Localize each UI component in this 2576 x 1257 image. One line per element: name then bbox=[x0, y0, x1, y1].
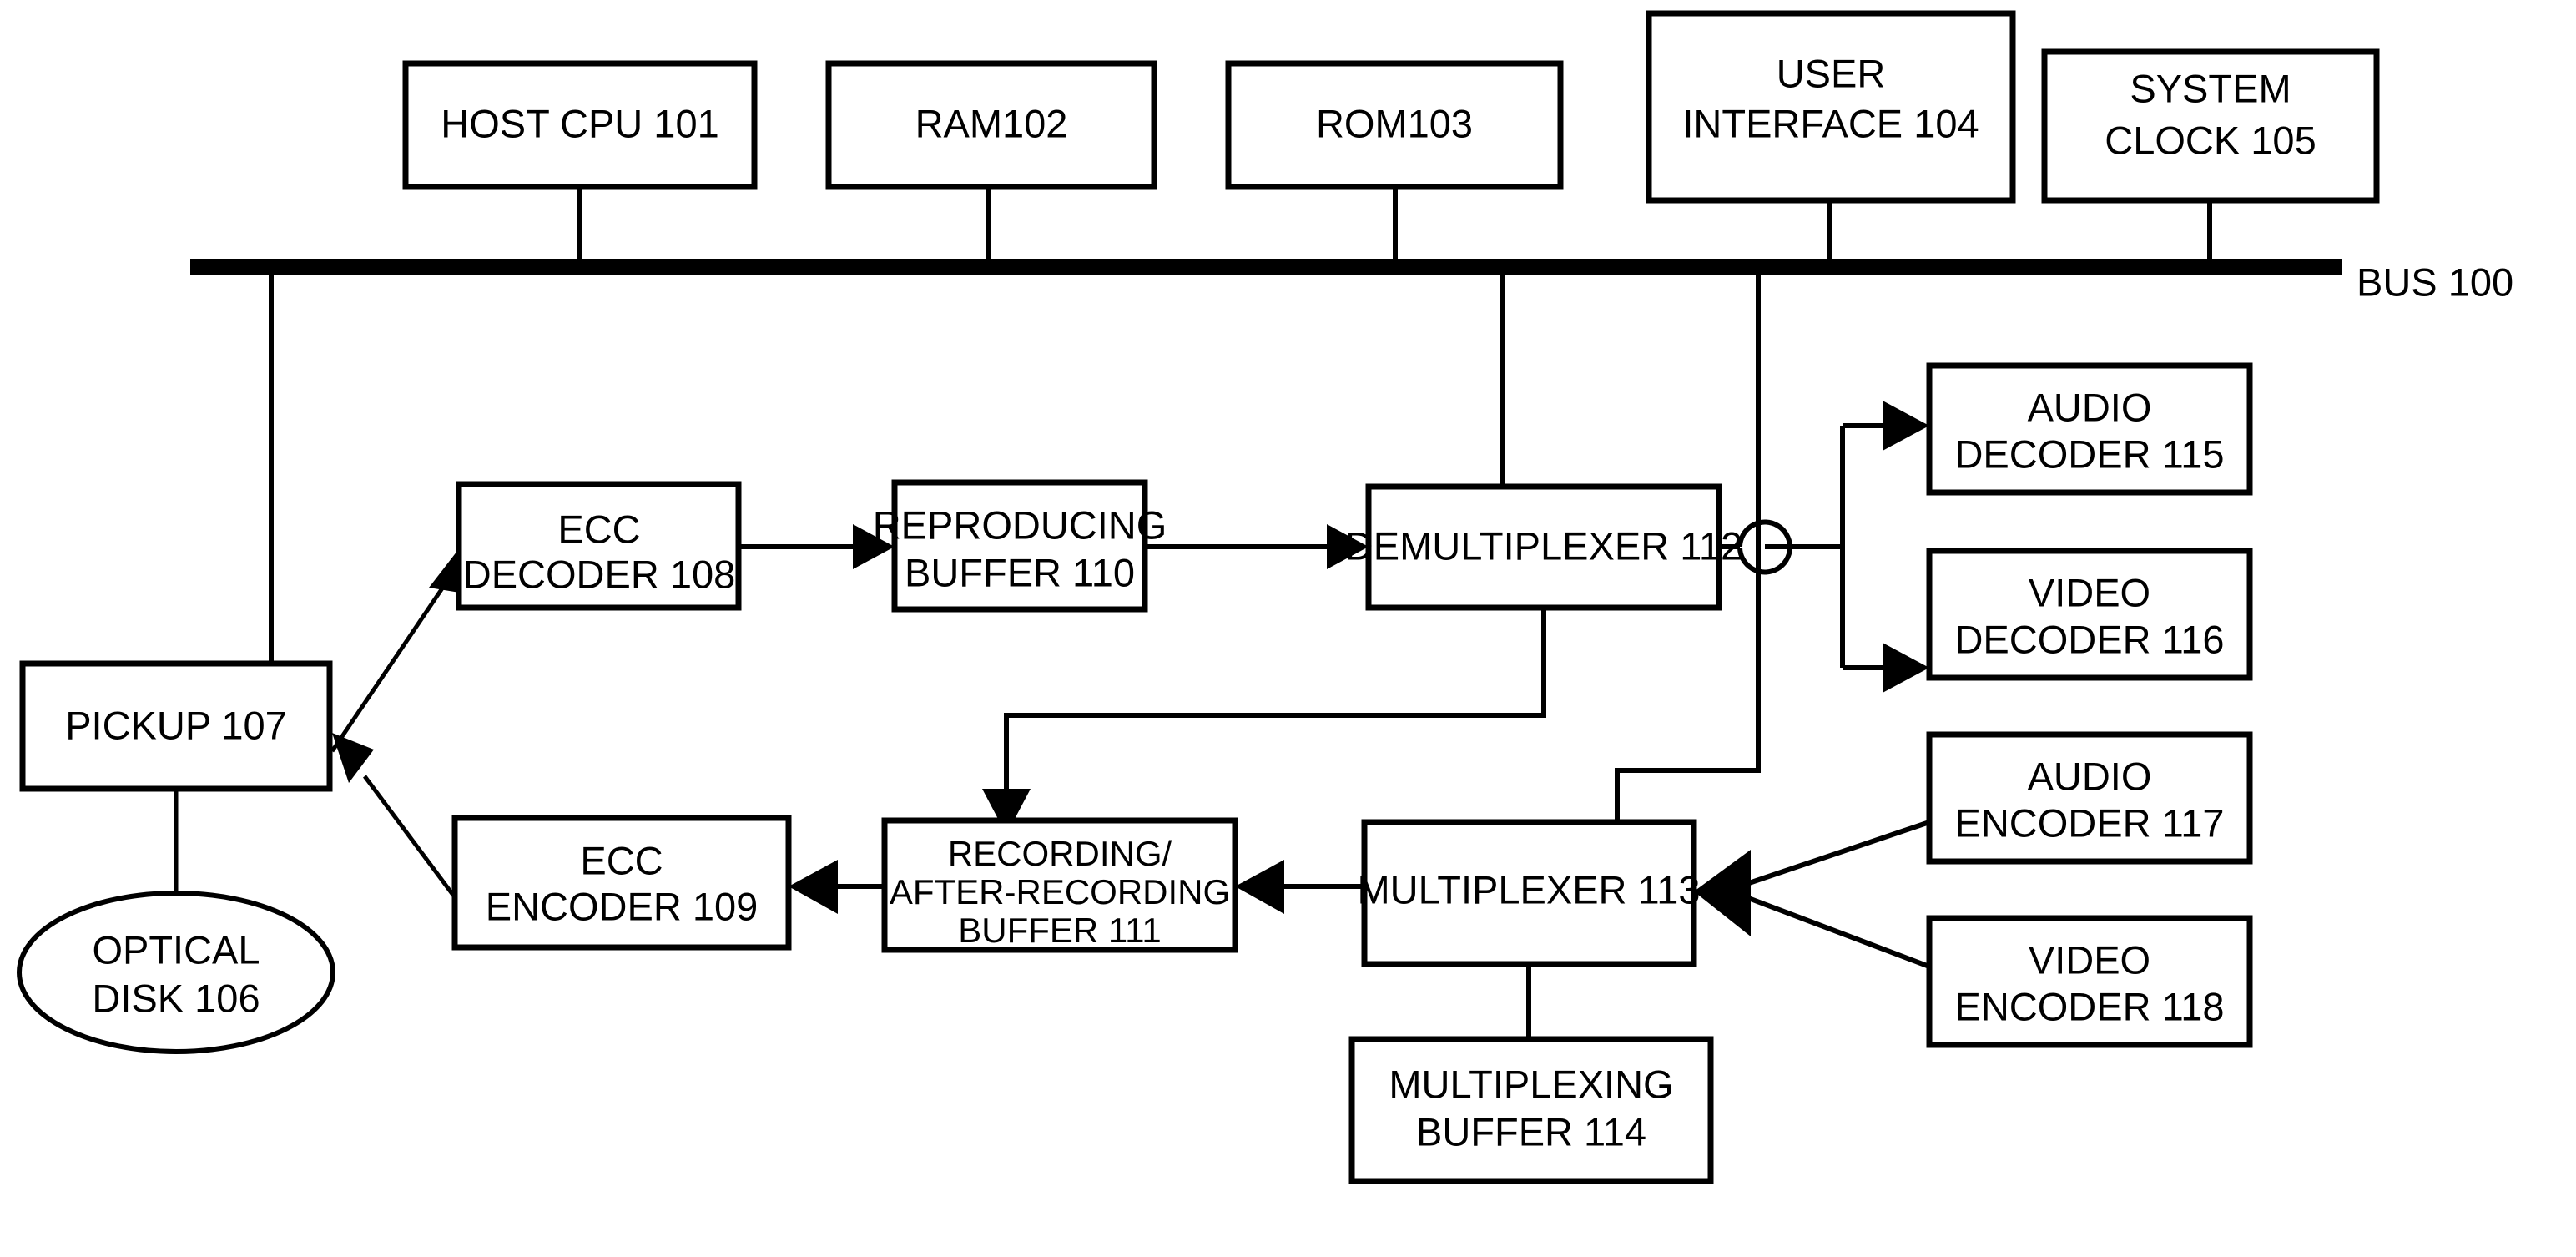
wire-demultiplexer-to-recording-buffer bbox=[982, 608, 1546, 835]
audio-decoder-label-line2: DECODER 115 bbox=[1954, 432, 2224, 476]
node-system-clock[interactable]: SYSTEM CLOCK 105 bbox=[2041, 48, 2380, 204]
wire-ecc-decoder-to-reproducing-buffer bbox=[739, 524, 895, 569]
node-audio-encoder[interactable]: AUDIO ENCODER 117 bbox=[1926, 731, 2253, 865]
wire-pickup-to-ecc-decoder bbox=[330, 551, 470, 753]
arrowhead-to-recording-buffer-from-mux bbox=[1235, 860, 1284, 914]
bus-label: BUS 100 bbox=[2357, 260, 2513, 304]
multiplexing-buffer-label-line2: BUFFER 114 bbox=[1416, 1109, 1646, 1154]
wire-reproducing-buffer-to-demultiplexer bbox=[1145, 524, 1369, 569]
node-reproducing-buffer[interactable]: REPRODUCING BUFFER 110 bbox=[873, 479, 1167, 613]
audio-decoder-label-line1: AUDIO bbox=[2028, 385, 2152, 429]
arrowhead-to-audio-decoder bbox=[1883, 401, 1929, 451]
arrowhead-to-pickup bbox=[332, 733, 374, 783]
node-multiplexing-buffer[interactable]: MULTIPLEXING BUFFER 114 bbox=[1348, 1036, 1714, 1184]
node-audio-decoder[interactable]: AUDIO DECODER 115 bbox=[1926, 362, 2253, 496]
node-optical-disk[interactable]: OPTICAL DISK 106 bbox=[17, 891, 335, 1054]
arrowhead-to-multiplexer bbox=[1694, 850, 1751, 936]
node-ecc-decoder[interactable]: ECC DECODER 108 bbox=[456, 481, 742, 611]
node-pickup[interactable]: PICKUP 107 bbox=[19, 660, 333, 792]
wire-encoders-to-multiplexer bbox=[1694, 820, 1931, 969]
video-decoder-label-line2: DECODER 116 bbox=[1954, 617, 2224, 661]
ecc-encoder-label-line1: ECC bbox=[580, 838, 663, 882]
node-video-encoder[interactable]: VIDEO ENCODER 118 bbox=[1926, 915, 2253, 1048]
demultiplexer-label: DEMULTIPLEXER 112 bbox=[1345, 523, 1742, 568]
arrowhead-to-ecc-encoder bbox=[789, 860, 838, 914]
recording-buffer-label-line3: BUFFER 111 bbox=[958, 911, 1162, 950]
ecc-encoder-label-line2: ENCODER 109 bbox=[486, 884, 759, 928]
node-ecc-encoder[interactable]: ECC ENCODER 109 bbox=[451, 815, 792, 951]
system-clock-label-line1: SYSTEM bbox=[2130, 66, 2291, 110]
system-clock-label-line2: CLOCK 105 bbox=[2105, 118, 2316, 162]
multiplexer-label: MULTIPLEXER 113 bbox=[1358, 867, 1701, 911]
node-video-decoder[interactable]: VIDEO DECODER 116 bbox=[1926, 548, 2253, 681]
wire-demultiplexer-to-decoders bbox=[1719, 401, 1929, 693]
node-user-interface[interactable]: USER INTERFACE 104 bbox=[1646, 10, 2016, 204]
wire-recording-buffer-to-ecc-encoder bbox=[789, 860, 885, 914]
optical-disk-label-line2: DISK 106 bbox=[92, 976, 260, 1020]
video-encoder-label-line1: VIDEO bbox=[2029, 937, 2150, 982]
video-decoder-label-line1: VIDEO bbox=[2029, 570, 2150, 614]
optical-disk-label-line1: OPTICAL bbox=[92, 927, 260, 972]
rom-label: ROM103 bbox=[1316, 101, 1473, 145]
node-demultiplexer[interactable]: DEMULTIPLEXER 112 bbox=[1345, 483, 1742, 611]
ram-label: RAM102 bbox=[915, 101, 1068, 145]
recording-buffer-label-line2: AFTER-RECORDING bbox=[890, 872, 1230, 911]
diagram-canvas: BUS 100 HOST CPU 101 RAM102 ROM103 USER … bbox=[17, 10, 2513, 1184]
audio-encoder-label-line2: ENCODER 117 bbox=[1954, 800, 2224, 845]
user-interface-label-line1: USER bbox=[1777, 51, 1886, 95]
reproducing-buffer-label-line2: BUFFER 110 bbox=[905, 550, 1135, 594]
multiplexing-buffer-label-line1: MULTIPLEXING bbox=[1389, 1062, 1673, 1106]
video-encoder-label-line2: ENCODER 118 bbox=[1954, 984, 2224, 1028]
ecc-decoder-label-line2: DECODER 108 bbox=[463, 552, 736, 596]
audio-encoder-label-line1: AUDIO bbox=[2028, 754, 2152, 798]
node-recording-buffer[interactable]: RECORDING/ AFTER-RECORDING BUFFER 111 bbox=[881, 817, 1238, 953]
optical-disk-ellipse[interactable] bbox=[17, 891, 335, 1054]
user-interface-label-line2: INTERFACE 104 bbox=[1682, 101, 1979, 145]
pickup-label: PICKUP 107 bbox=[65, 703, 287, 747]
host-cpu-label: HOST CPU 101 bbox=[441, 101, 718, 145]
reproducing-buffer-label-line1: REPRODUCING bbox=[873, 502, 1167, 547]
block-diagram-figure: BUS 100 HOST CPU 101 RAM102 ROM103 USER … bbox=[0, 0, 2576, 1257]
node-rom[interactable]: ROM103 bbox=[1225, 60, 1564, 190]
node-ram[interactable]: RAM102 bbox=[825, 60, 1157, 190]
node-host-cpu[interactable]: HOST CPU 101 bbox=[402, 60, 758, 190]
node-multiplexer[interactable]: MULTIPLEXER 113 bbox=[1358, 819, 1701, 967]
arrowhead-to-video-decoder bbox=[1883, 643, 1929, 693]
wire-ecc-encoder-to-pickup bbox=[332, 733, 457, 899]
recording-buffer-label-line1: RECORDING/ bbox=[948, 834, 1172, 873]
wire-multiplexer-to-recording-buffer bbox=[1235, 860, 1364, 914]
ecc-decoder-label-line1: ECC bbox=[557, 507, 640, 551]
